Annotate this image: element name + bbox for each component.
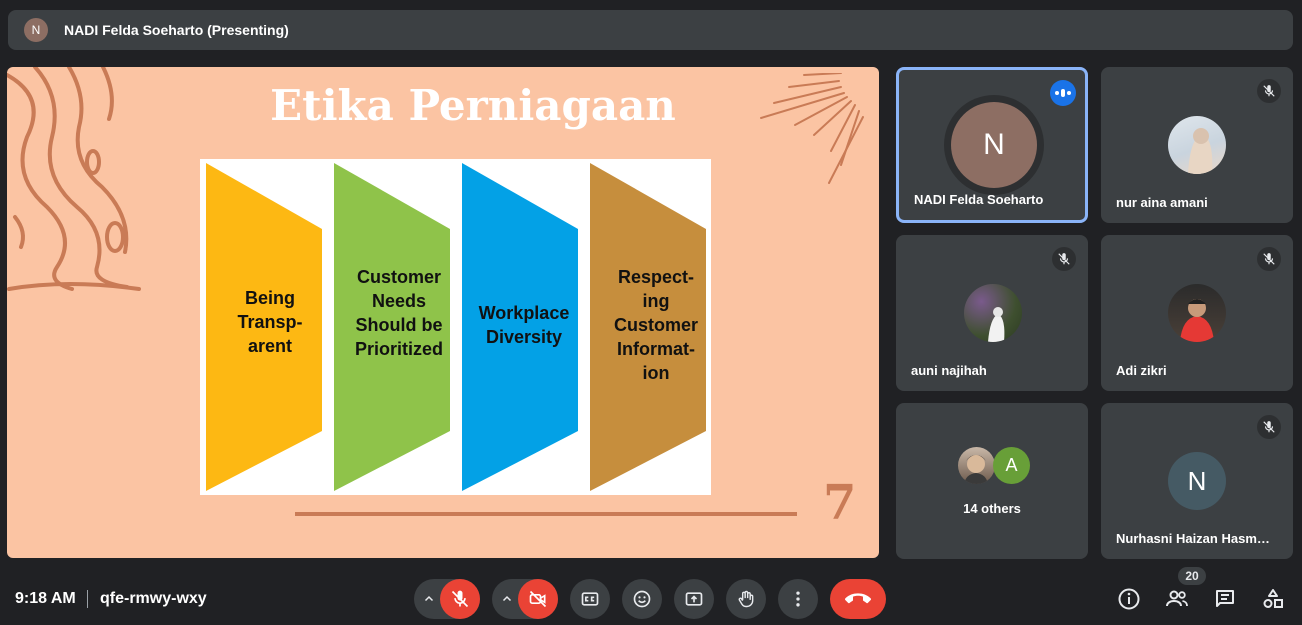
participant-name: Nurhasni Haizan Hasm… bbox=[1116, 531, 1270, 546]
participant-name: Adi zikri bbox=[1116, 363, 1167, 378]
present-screen-icon bbox=[685, 592, 703, 606]
camera-off-icon bbox=[529, 590, 547, 608]
activities-button[interactable] bbox=[1260, 586, 1286, 612]
participant-avatar: N bbox=[951, 102, 1037, 188]
meeting-clock: 9:18 AM bbox=[15, 590, 76, 607]
presenter-avatar: N bbox=[24, 18, 48, 42]
captions-button[interactable] bbox=[570, 579, 610, 619]
mic-off-icon bbox=[1257, 79, 1281, 103]
others-tile[interactable]: A 14 others bbox=[896, 403, 1088, 559]
presenting-title: NADI Felda Soeharto (Presenting) bbox=[64, 22, 289, 38]
participant-name: nur aina amani bbox=[1116, 195, 1208, 210]
participant-tile[interactable]: nur aina amani bbox=[1101, 67, 1293, 223]
divider bbox=[87, 590, 88, 608]
participant-tile[interactable]: Adi zikri bbox=[1101, 235, 1293, 391]
speaking-indicator-icon bbox=[1050, 80, 1076, 106]
pillar-label-3: Workplace Diversity bbox=[478, 303, 570, 347]
participant-photo bbox=[1168, 116, 1226, 174]
reactions-button[interactable] bbox=[622, 579, 662, 619]
pillar-label-2: Customer Needs Should be Prioritized bbox=[354, 267, 443, 359]
participant-tile[interactable]: auni najihah bbox=[896, 235, 1088, 391]
chat-icon bbox=[1216, 590, 1234, 607]
slide-divider bbox=[295, 512, 797, 516]
chevron-up-icon bbox=[502, 595, 512, 602]
participant-photo bbox=[964, 284, 1022, 342]
chevron-up-icon bbox=[424, 595, 434, 602]
camera-toggle-button[interactable] bbox=[518, 579, 558, 619]
mic-off-icon bbox=[1052, 247, 1076, 271]
mic-off-icon bbox=[451, 590, 469, 608]
activities-shapes-icon bbox=[1263, 589, 1283, 608]
present-now-button[interactable] bbox=[674, 579, 714, 619]
raise-hand-button[interactable] bbox=[726, 579, 766, 619]
end-call-icon bbox=[845, 593, 871, 604]
pillar-label-4: Respect- ing Customer Informat- ion bbox=[613, 267, 698, 383]
microphone-toggle-button[interactable] bbox=[440, 579, 480, 619]
more-vertical-icon bbox=[796, 591, 800, 607]
participant-photo bbox=[958, 447, 995, 484]
participant-name: auni najihah bbox=[911, 363, 987, 378]
people-button[interactable] bbox=[1164, 586, 1190, 612]
closed-captions-icon bbox=[581, 592, 599, 606]
video-options-button[interactable] bbox=[494, 579, 520, 619]
pillar-label-1: Being Transp- arent bbox=[237, 288, 303, 356]
others-count-label: 14 others bbox=[963, 501, 1021, 516]
participant-avatar: N bbox=[1168, 452, 1226, 510]
people-icon bbox=[1166, 590, 1188, 607]
participant-photo bbox=[1168, 284, 1226, 342]
emoji-icon bbox=[633, 590, 651, 608]
meeting-details-button[interactable] bbox=[1116, 586, 1142, 612]
chat-button[interactable] bbox=[1212, 586, 1238, 612]
more-options-button[interactable] bbox=[778, 579, 818, 619]
slide-title: Etika Perniagaan bbox=[270, 81, 676, 130]
participant-tile-presenter[interactable]: N NADI Felda Soeharto bbox=[896, 67, 1088, 223]
others-avatar: A bbox=[993, 447, 1030, 484]
mic-off-icon bbox=[1257, 247, 1281, 271]
leave-call-button[interactable] bbox=[830, 579, 886, 619]
audio-options-button[interactable] bbox=[416, 579, 442, 619]
participant-name: NADI Felda Soeharto bbox=[914, 192, 1044, 207]
participant-tile[interactable]: N Nurhasni Haizan Hasm… bbox=[1101, 403, 1293, 559]
people-count-badge: 20 bbox=[1178, 567, 1206, 585]
slide-page-number: 7 bbox=[823, 475, 857, 531]
pillars-diagram: Being Transp- arent Customer Needs Shoul… bbox=[200, 159, 711, 495]
mic-off-icon bbox=[1257, 415, 1281, 439]
info-icon bbox=[1118, 588, 1140, 610]
bottom-control-bar: 9:18 AM qfe-rmwy-wxy 20 bbox=[0, 567, 1302, 625]
presentation-screen[interactable]: Etika Perniagaan Being Transp- arent Cus… bbox=[7, 67, 879, 558]
presenting-bar: N NADI Felda Soeharto (Presenting) bbox=[8, 10, 1293, 50]
hand-icon bbox=[738, 590, 754, 608]
meeting-code: qfe-rmwy-wxy bbox=[100, 590, 207, 607]
meet-window: N NADI Felda Soeharto (Presenting) Etika… bbox=[0, 0, 1302, 625]
